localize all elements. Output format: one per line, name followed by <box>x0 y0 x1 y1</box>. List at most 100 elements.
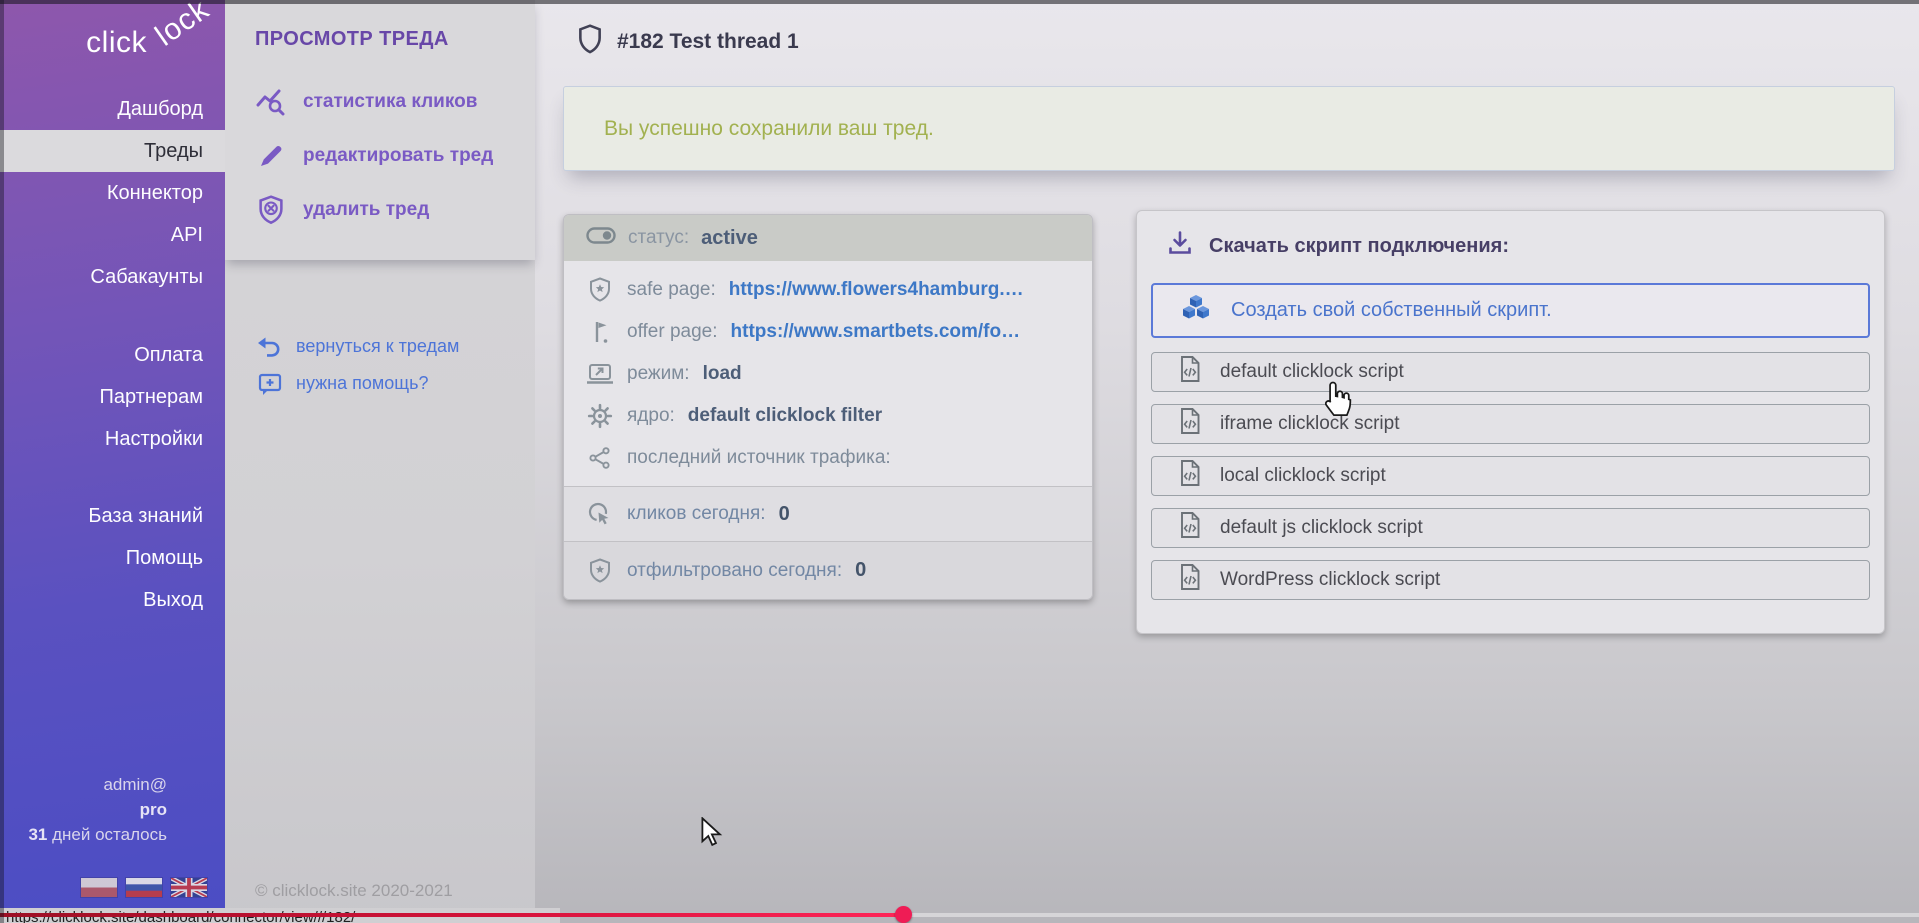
code-file-icon <box>1178 459 1202 493</box>
link-label: нужна помощь? <box>296 373 428 394</box>
wordpress-clicklock-script-button[interactable]: WordPress clicklock script <box>1151 560 1870 600</box>
thread-menu-sidebar: ПРОСМОТР ТРЕДА статистика кликов редакти… <box>225 0 535 923</box>
mode-row: режим: load <box>564 353 1092 395</box>
english-flag-icon[interactable] <box>171 878 207 897</box>
shield-star-icon <box>586 558 614 584</box>
thread-status-card: статус: active safe page: https://www.fl… <box>563 214 1093 600</box>
download-script-card: Скачать скрипт подключения: Создать свой… <box>1136 210 1885 634</box>
sidebar-item-logout[interactable]: Выход <box>0 579 225 621</box>
back-to-threads-link[interactable]: вернуться к тредам <box>225 328 535 365</box>
success-alert-text: Вы успешно сохранили ваш тред. <box>564 117 934 141</box>
code-file-icon <box>1178 511 1202 545</box>
shield-star-icon <box>586 277 614 303</box>
sidebar-item-settings[interactable]: Настройки <box>0 418 225 460</box>
video-progress-bar[interactable] <box>0 913 1919 917</box>
safe-page-link[interactable]: https://www.flowers4hamburg.com/ <box>729 279 1029 301</box>
button-label: default js clicklock script <box>1220 517 1423 539</box>
account-plan: pro <box>0 797 167 822</box>
local-clicklock-script-button[interactable]: local clicklock script <box>1151 456 1870 496</box>
sidebar-item-dashboard[interactable]: Дашборд <box>0 88 225 130</box>
laptop-arrow-icon <box>586 362 614 386</box>
mouse-hand-cursor <box>1322 380 1354 423</box>
shield-x-icon <box>255 195 287 225</box>
logo-text-lock: lock <box>149 0 215 53</box>
account-info: admin@ pro 31 дней осталось <box>0 772 225 847</box>
account-days-left: 31 дней осталось <box>0 822 167 847</box>
traffic-source-row: последний источник трафика: <box>564 437 1092 479</box>
clicklock-logo[interactable]: click lock <box>0 0 225 88</box>
success-alert: Вы успешно сохранили ваш тред. <box>563 86 1895 171</box>
thread-shield-icon <box>577 24 603 60</box>
comment-plus-icon <box>257 372 283 396</box>
download-card-title: Скачать скрипт подключения: <box>1151 231 1870 261</box>
sidebar-item-partners[interactable]: Партнерам <box>0 376 225 418</box>
video-frame-edge <box>0 0 1919 4</box>
button-label: local clicklock script <box>1220 465 1386 487</box>
code-file-icon <box>1178 563 1202 597</box>
link-label: вернуться к тредам <box>296 336 459 357</box>
filtered-today-value: 0 <box>855 559 866 582</box>
click-cursor-icon <box>586 501 614 527</box>
default-clicklock-script-button[interactable]: default clicklock script <box>1151 352 1870 392</box>
main-content: #182 Test thread 1 Вы успешно сохранили … <box>535 0 1919 923</box>
app-window: click lock Дашборд Треды Коннектор API С… <box>0 0 1919 923</box>
thread-menu-title: ПРОСМОТР ТРЕДА <box>225 28 535 51</box>
sidebar-item-knowledge-base[interactable]: База знаний <box>0 495 225 537</box>
gear-icon <box>586 403 614 429</box>
account-email: admin@ <box>0 772 167 797</box>
delete-thread-menu-item[interactable]: удалить тред <box>225 183 535 237</box>
offer-page-row: offer page: https://www.smartbets.com/fo… <box>564 311 1092 353</box>
status-card-body: safe page: https://www.flowers4hamburg.c… <box>564 261 1092 486</box>
iframe-clicklock-script-button[interactable]: iframe clicklock script <box>1151 404 1870 444</box>
video-frame-edge <box>0 0 4 923</box>
code-file-icon <box>1178 407 1202 441</box>
click-stats-menu-item[interactable]: статистика кликов <box>225 75 535 129</box>
cubes-icon <box>1179 293 1213 329</box>
core-value: default clicklock filter <box>688 405 882 427</box>
flag-pin-icon <box>586 319 614 345</box>
code-file-icon <box>1178 355 1202 389</box>
status-label: статус: <box>628 227 689 249</box>
button-label: WordPress clicklock script <box>1220 569 1440 591</box>
sidebar-item-subaccounts[interactable]: Сабакаунты <box>0 256 225 298</box>
sidebar-item-api[interactable]: API <box>0 214 225 256</box>
russian-flag-icon[interactable] <box>126 878 162 897</box>
copyright-footer: © clicklock.site 2020-2021 <box>255 881 453 901</box>
need-help-link[interactable]: нужна помощь? <box>225 365 535 402</box>
sidebar-item-threads[interactable]: Треды <box>0 130 225 172</box>
safe-page-row: safe page: https://www.flowers4hamburg.c… <box>564 269 1092 311</box>
status-card-header: статус: active <box>564 215 1092 261</box>
status-toggle-icon <box>586 226 616 251</box>
main-sidebar: click lock Дашборд Треды Коннектор API С… <box>0 0 225 923</box>
menu-item-label: редактировать тред <box>303 145 493 167</box>
language-switcher <box>81 878 207 897</box>
core-row: ядро: default clicklock filter <box>564 395 1092 437</box>
menu-item-label: статистика кликов <box>303 91 477 113</box>
status-value: active <box>701 227 758 250</box>
filtered-today-row: отфильтровано сегодня: 0 <box>564 541 1092 599</box>
default-js-clicklock-script-button[interactable]: default js clicklock script <box>1151 508 1870 548</box>
thread-menu-panel: ПРОСМОТР ТРЕДА статистика кликов редакти… <box>225 0 535 260</box>
edit-thread-menu-item[interactable]: редактировать тред <box>225 129 535 183</box>
clicks-today-row: кликов сегодня: 0 <box>564 486 1092 541</box>
sidebar-item-connector[interactable]: Коннектор <box>0 172 225 214</box>
button-label: default clicklock script <box>1220 361 1404 383</box>
video-progress-handle[interactable] <box>895 906 912 923</box>
video-progress-fill <box>0 913 903 917</box>
clicks-today-value: 0 <box>779 503 790 526</box>
offer-page-link[interactable]: https://www.smartbets.com/football/tea… <box>731 321 1031 343</box>
undo-icon <box>257 337 283 357</box>
pencil-icon <box>255 142 287 170</box>
button-label: iframe clicklock script <box>1220 413 1399 435</box>
download-icon <box>1167 230 1193 262</box>
share-icon <box>586 446 614 470</box>
create-custom-script-button[interactable]: Создать свой собственный скрипт. <box>1151 283 1870 338</box>
mouse-arrow-cursor <box>700 817 724 854</box>
polish-flag-icon[interactable] <box>81 878 117 897</box>
sidebar-item-payment[interactable]: Оплата <box>0 334 225 376</box>
logo-text-click: click <box>86 26 147 60</box>
sidebar-item-help[interactable]: Помощь <box>0 537 225 579</box>
menu-item-label: удалить тред <box>303 199 429 221</box>
page-title-text: #182 Test thread 1 <box>617 30 799 54</box>
page-title: #182 Test thread 1 <box>577 24 799 60</box>
